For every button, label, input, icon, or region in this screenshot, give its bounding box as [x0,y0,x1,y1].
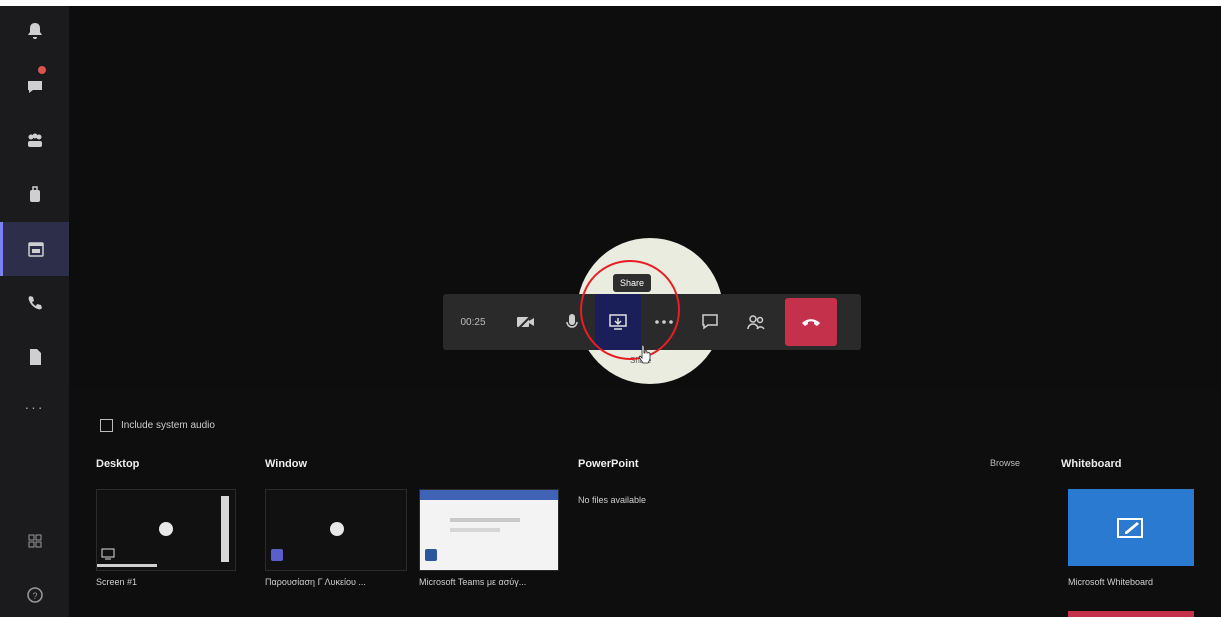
window-thumbnail-1[interactable] [265,489,407,571]
participants-button[interactable] [733,294,779,350]
app-rail: ··· ? [0,6,69,617]
rail-item-apps[interactable] [0,514,69,568]
backpack-icon [29,186,40,202]
presentation-dot [159,522,173,536]
window-thumbnail-2[interactable] [419,489,559,571]
rail-item-activity[interactable] [0,6,69,60]
teams-icon [27,133,42,147]
whiteboard-caption: Microsoft Whiteboard [1068,577,1154,587]
chat-bubble-icon [702,314,718,330]
text-line-preview [450,528,500,532]
rail-item-chat[interactable] [0,60,69,114]
rail-item-files[interactable] [0,330,69,384]
calendar-icon [28,242,44,257]
bell-icon [27,23,42,39]
teams-window: ··· ? Share 00:25 Share Include system a… [0,6,1221,617]
window-heading: Window [265,458,308,470]
hang-up-icon [802,319,820,326]
hand-cursor-icon [638,344,651,364]
rail-item-help[interactable]: ? [0,568,69,617]
rail-item-calendar[interactable] [0,222,69,276]
participants-icon [747,315,765,330]
desktop-heading: Desktop [96,458,140,470]
notification-badge [38,66,46,74]
presentation-dot [330,522,344,536]
svg-text:?: ? [32,591,37,601]
call-timer: 00:25 [460,316,486,328]
scrollbar-preview [221,496,229,562]
word-app-icon [425,549,437,561]
whiteboard-icon [1117,517,1143,538]
leave-call-button[interactable] [785,298,837,346]
powerpoint-empty-text: No files available [578,495,647,505]
chat-button[interactable] [687,294,733,350]
desktop-screen-thumbnail[interactable] [96,489,236,571]
desktop-caption: Screen #1 [96,577,138,587]
include-audio-checkbox[interactable] [100,419,113,432]
more-apps-icon[interactable]: ··· [0,399,69,415]
camera-off-icon [517,314,534,330]
browse-button[interactable]: Browse [990,458,1020,468]
progress-preview [97,564,157,567]
whiteboard-heading: Whiteboard [1061,458,1122,470]
rail-item-assignments[interactable] [0,168,69,222]
rail-item-calls[interactable] [0,276,69,330]
monitor-icon [101,548,115,560]
microphone-icon [566,314,578,328]
text-line-preview [450,518,520,522]
powerpoint-heading: PowerPoint [578,458,639,470]
file-icon [29,349,41,365]
annotation-circle [580,260,680,360]
whiteboard-next-tile[interactable] [1068,611,1194,617]
window-caption-1: Παρουσίαση Γ Λυκείου ... [265,577,366,587]
include-audio-label: Include system audio [121,420,215,431]
include-audio-option[interactable]: Include system audio [100,419,215,432]
rail-item-teams[interactable] [0,114,69,168]
whiteboard-tile[interactable] [1068,489,1194,566]
window-titlebar-preview [420,490,558,500]
help-icon: ? [26,587,43,603]
camera-button[interactable] [503,294,549,350]
teams-app-icon [271,549,283,561]
window-caption-2: Microsoft Teams με ασύγ... [419,577,527,587]
apps-icon [28,534,41,548]
phone-icon [28,296,42,310]
chat-icon [27,81,42,93]
share-tray: Include system audio Desktop Window Powe… [69,389,1221,617]
